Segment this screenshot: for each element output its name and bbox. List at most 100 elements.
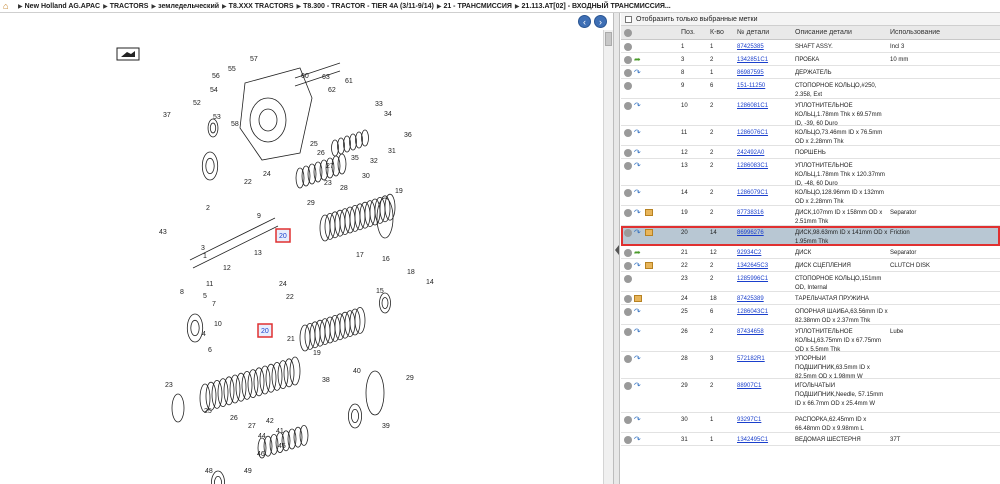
callout-label[interactable]: 28 [340,185,348,192]
callout-label[interactable]: 39 [382,423,390,430]
part-number-link[interactable]: 151-11250 [735,82,793,91]
callout-label[interactable]: 17 [356,252,364,259]
callout-label[interactable]: 46 [257,451,265,458]
add-to-cart-icon[interactable] [624,149,632,157]
add-to-cart-icon[interactable] [624,229,632,237]
reference-arrow-icon[interactable]: ↷ [634,262,643,270]
callout-label[interactable]: 40 [353,368,361,375]
add-to-cart-icon[interactable] [624,129,632,137]
callout-label[interactable]: 11 [206,281,213,288]
callout-label[interactable]: 2 [206,205,210,212]
table-row[interactable]: ↷ 30 1 93297C1 РАСПОРКА,62.45mm ID x 66.48mm… [621,413,1000,433]
callout-label[interactable]: 61 [345,78,353,85]
add-to-cart-icon[interactable] [624,416,632,424]
callout-label[interactable]: 6 [208,347,212,354]
table-row[interactable]: ↷ 19 2 87738316 ДИСК,107mm ID x 158mm OD x 2… [621,206,1000,226]
callout-label[interactable]: 12 [223,265,231,272]
callout-label[interactable]: 7 [212,301,216,308]
table-row[interactable]: ↷ 12 2 242492A0 ПОРШЕНЬ [621,146,1000,159]
add-to-cart-icon[interactable] [624,43,632,51]
callout-label[interactable]: 35 [351,155,359,162]
header-qty[interactable]: К-во [708,29,735,36]
reference-arrow-icon[interactable]: ↷ [634,355,643,363]
callout-label[interactable]: 34 [384,111,392,118]
callout-label[interactable]: 25 [310,141,318,148]
callout-label[interactable]: 38 [322,377,330,384]
header-part-number[interactable]: № детали [735,29,793,36]
callout-label[interactable]: 9 [257,213,261,220]
callout-label[interactable]: 23 [324,180,332,187]
table-row[interactable]: 23 2 1285996C1 СТОПОРНОЕ КОЛЬЦО,151mm OD, I… [621,272,1000,292]
callout-label[interactable]: 29 [307,200,315,207]
reference-arrow-icon[interactable]: ↷ [634,69,643,77]
callout-label[interactable]: 42 [266,418,274,425]
callout-label[interactable]: 1 [203,253,207,260]
breadcrumb-item[interactable]: T8.300 - TRACTOR - TIER 4A (3/11-9/14) [303,3,434,10]
diagram-scrollbar[interactable] [603,30,613,484]
callout-label[interactable]: 32 [370,158,378,165]
add-to-cart-icon[interactable] [624,69,632,77]
highlighted-callout-label[interactable]: 20 [279,233,287,240]
callout-label[interactable]: 8 [180,289,184,296]
callout-label[interactable]: 26 [317,150,325,157]
part-number-link[interactable]: 1342851C1 [735,56,793,65]
part-number-link[interactable]: 87425385 [735,43,793,52]
callout-label[interactable]: 3 [201,245,205,252]
part-number-link[interactable]: 86996276 [735,229,793,238]
callout-label[interactable]: 43 [159,229,167,236]
callout-label[interactable]: 27 [248,423,256,430]
reference-arrow-icon[interactable]: ↷ [634,102,643,110]
part-number-link[interactable]: 87434658 [735,328,793,337]
part-number-link[interactable]: 242492A0 [735,149,793,158]
callout-label[interactable]: 37 [163,112,171,119]
package-icon[interactable] [645,229,653,236]
callout-label[interactable]: 29 [406,375,414,382]
reference-arrow-icon[interactable]: ↷ [634,162,643,170]
table-row[interactable]: ↷ 25 6 1286043C1 ОПОРНАЯ ШАЙБА,63.56mm ID x … [621,305,1000,325]
table-row[interactable]: ↷ 13 2 1286083C1 УПЛОТНИТЕЛЬНОЕ КОЛЬЦ,1.78mm… [621,159,1000,187]
callout-label[interactable]: 44 [258,433,266,440]
collapse-arrow-icon[interactable] [615,245,619,255]
header-usage[interactable]: Использование [888,29,1000,36]
table-row[interactable]: ↷ 20 14 86996276 ДИСК,98.63mm ID x 141mm OD … [621,226,1000,246]
callout-label[interactable]: 19 [395,188,403,195]
breadcrumb-item[interactable]: T8.XXX TRACTORS [229,3,294,10]
part-number-link[interactable]: 87425389 [735,295,793,304]
callout-label[interactable]: 30 [362,173,370,180]
table-row[interactable]: ↷ 10 2 1286081C1 УПЛОТНИТЕЛЬНОЕ КОЛЬЦ,1.78mm… [621,99,1000,127]
reference-arrow-icon[interactable]: ↷ [634,328,643,336]
callout-label[interactable]: 54 [210,87,218,94]
add-to-cart-icon[interactable] [624,262,632,270]
callout-label[interactable]: 31 [388,148,396,155]
add-to-cart-icon[interactable] [624,308,632,316]
part-number-link[interactable]: 86987595 [735,69,793,78]
callout-label[interactable]: 21 [287,336,295,343]
callout-label[interactable]: 14 [426,279,434,286]
package-icon[interactable] [645,262,653,269]
add-to-cart-icon[interactable] [624,249,632,257]
table-row[interactable]: ↷ 26 2 87434658 УПЛОТНИТЕЛЬНОЕ КОЛЬЦ,63.75mm… [621,325,1000,353]
callout-label[interactable]: 10 [214,321,222,328]
table-row[interactable]: 9 6 151-11250 СТОПОРНОЕ КОЛЬЦО,#250, 2.358,… [621,79,1000,99]
table-row[interactable]: ↷ 22 2 1342645C3 ДИСК СЦЕПЛЕНИЯ CLUTCH DISK [621,259,1000,272]
breadcrumb-item[interactable]: New Holland AG.APAC [25,3,100,10]
part-number-link[interactable]: 1342495C1 [735,436,793,445]
part-number-link[interactable]: 87738316 [735,209,793,218]
panel-splitter[interactable] [614,13,620,484]
callout-label[interactable]: 63 [322,74,330,81]
add-to-cart-icon[interactable] [624,82,632,90]
part-number-link[interactable]: 1286076C1 [735,129,793,138]
settings-icon[interactable] [624,28,632,37]
add-to-cart-icon[interactable] [624,295,632,303]
reference-arrow-icon[interactable]: ↷ [634,209,643,217]
callout-label[interactable]: 60 [301,73,309,80]
add-to-cart-icon[interactable] [624,56,632,64]
callout-label[interactable]: 24 [263,171,271,178]
home-icon[interactable]: ⌂ [3,2,12,11]
next-page-button[interactable]: › [594,15,607,28]
part-number-link[interactable]: 1342645C3 [735,262,793,271]
show-selected-only-checkbox[interactable] [625,15,632,23]
callout-label[interactable]: 33 [375,101,383,108]
part-number-link[interactable]: 1286083C1 [735,162,793,171]
callout-label[interactable]: 13 [254,250,262,257]
